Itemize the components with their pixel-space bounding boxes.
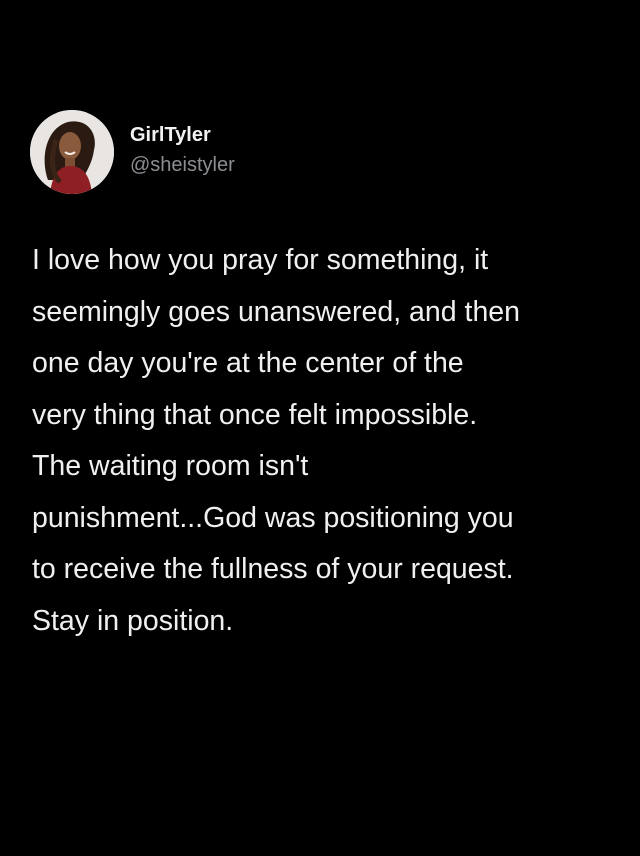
tweet-author-header: GirlTyler @sheistyler — [30, 110, 235, 194]
tweet-text-line: very thing that once felt impossible. — [32, 398, 478, 431]
profile-photo-icon — [30, 110, 114, 194]
tweet-text-line: one day you're at the center of the — [32, 347, 464, 379]
tweet-text-line: I love how you pray for something, it — [32, 244, 489, 276]
tweet-text-line: Stay in position. — [32, 604, 234, 637]
tweet-text-line: seemingly goes unanswered, and then — [32, 295, 520, 328]
tweet-text-line: The waiting room isn't — [32, 450, 309, 482]
avatar[interactable] — [30, 110, 114, 194]
tweet-text-line: to receive the fullness of your request. — [32, 553, 514, 585]
display-name[interactable]: GirlTyler — [130, 122, 235, 148]
tweet-text-line: punishment...God was positioning you — [32, 501, 514, 534]
user-meta: GirlTyler @sheistyler — [130, 124, 235, 178]
tweet-text: I love how you pray for something, it se… — [32, 235, 622, 647]
tweet-screenshot: GirlTyler @sheistyler I love how you pra… — [0, 0, 640, 856]
user-handle[interactable]: @sheistyler — [130, 152, 235, 178]
